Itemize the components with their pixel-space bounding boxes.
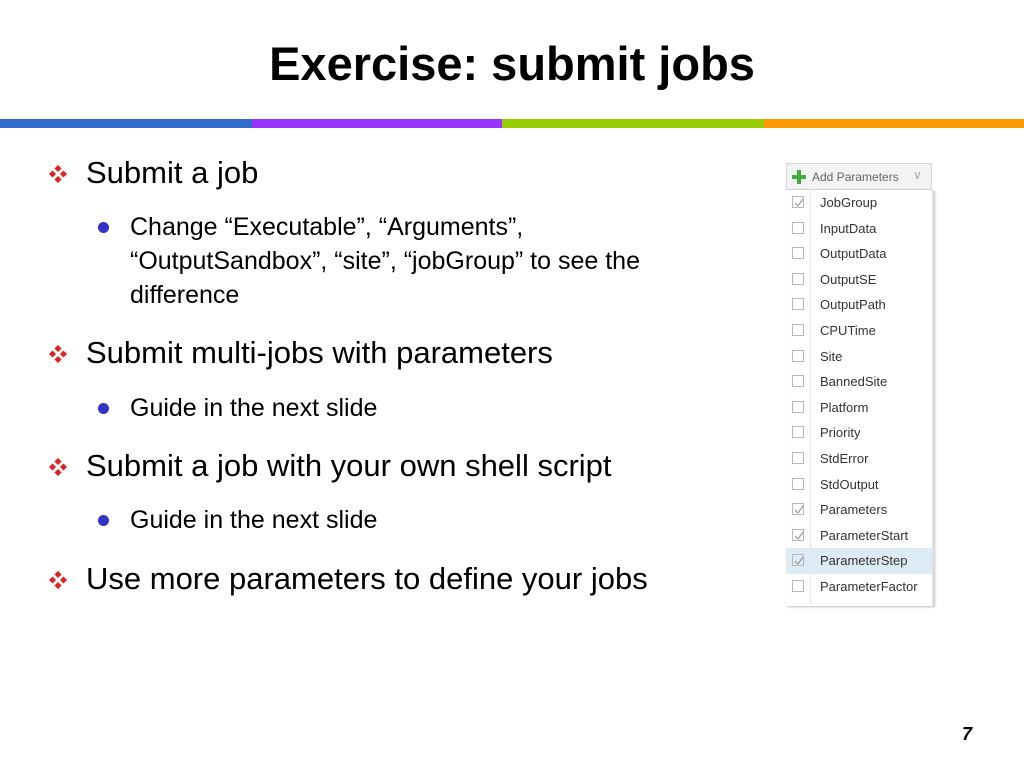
parameter-label: ParameterStart bbox=[820, 527, 909, 543]
diamond-bullet-icon bbox=[49, 458, 67, 476]
plus-icon bbox=[792, 170, 806, 184]
checkmark-icon bbox=[794, 531, 804, 540]
parameter-label: OutputSE bbox=[820, 271, 877, 287]
diamond-bullet-icon bbox=[49, 571, 67, 589]
parameter-label: StdError bbox=[820, 451, 869, 466]
parameter-option[interactable]: StdOutput bbox=[786, 472, 932, 498]
parameter-label: InputData bbox=[820, 220, 877, 236]
parameter-option[interactable]: StdError bbox=[786, 446, 932, 472]
checkbox-unchecked[interactable] bbox=[792, 452, 804, 464]
chevron-down-icon: ∨ bbox=[913, 168, 922, 182]
parameters-list: JobGroup InputData OutputData OutputSE Outpu… bbox=[786, 190, 934, 606]
bullet-text: Submit a job bbox=[86, 155, 259, 190]
parameter-option[interactable]: Parameters bbox=[786, 497, 932, 523]
parameter-label: OutputData bbox=[820, 246, 887, 262]
parameters-panel: Add Parameters ∨ JobGroup InputData Output… bbox=[786, 163, 934, 606]
dot-bullet-icon bbox=[98, 403, 109, 414]
checkmark-icon bbox=[794, 198, 804, 207]
bullet-text: Use more parameters to define your jobs bbox=[86, 561, 648, 596]
parameter-option[interactable]: ParameterStep bbox=[786, 548, 932, 574]
checkbox-unchecked[interactable] bbox=[792, 324, 804, 336]
accent-bar-purple bbox=[252, 119, 502, 128]
accent-bar-orange bbox=[764, 119, 1024, 128]
dot-bullet-icon bbox=[98, 515, 109, 526]
parameter-option[interactable]: OutputData bbox=[786, 241, 932, 267]
parameter-option[interactable]: ParameterFactor bbox=[786, 574, 932, 600]
checkbox-checked[interactable] bbox=[792, 503, 804, 516]
parameter-label: ParameterFactor bbox=[820, 579, 918, 594]
parameter-label: ParameterStep bbox=[820, 553, 908, 569]
parameter-option[interactable]: BannedSite bbox=[786, 369, 932, 395]
add-parameters-button[interactable]: Add Parameters ∨ bbox=[786, 163, 932, 190]
page-number: 7 bbox=[962, 724, 973, 744]
slide-title: Exercise: submit jobs bbox=[269, 37, 755, 90]
checkbox-unchecked[interactable] bbox=[792, 400, 804, 413]
parameter-label: JobGroup bbox=[820, 195, 878, 210]
diamond-bullet-icon bbox=[49, 165, 67, 183]
checkbox-checked[interactable] bbox=[792, 196, 804, 208]
sub-bullet-text: Guide in the next slide bbox=[130, 394, 378, 422]
parameter-option[interactable]: ParameterStart bbox=[786, 523, 932, 549]
add-parameters-label: Add Parameters bbox=[812, 170, 899, 184]
sub-bullet-text-line3: difference bbox=[130, 281, 240, 309]
checkbox-unchecked[interactable] bbox=[792, 477, 804, 490]
parameter-label: Site bbox=[820, 348, 843, 364]
checkbox-checked[interactable] bbox=[792, 554, 804, 567]
checkbox-unchecked[interactable] bbox=[792, 247, 804, 260]
sub-bullet-text-line2: “OutputSandbox”, “site”, “jobGroup” to s… bbox=[130, 247, 640, 275]
parameter-option[interactable]: Priority bbox=[786, 420, 932, 446]
checkmark-icon bbox=[794, 505, 804, 515]
parameter-option[interactable]: Platform bbox=[786, 395, 932, 421]
dot-bullet-icon bbox=[98, 222, 109, 233]
parameter-option[interactable]: CPUTime bbox=[786, 318, 932, 344]
parameter-option[interactable]: Site bbox=[786, 344, 932, 370]
bullet-text: Submit multi-jobs with parameters bbox=[86, 335, 553, 370]
parameter-label: BannedSite bbox=[820, 374, 888, 390]
diamond-bullet-icon bbox=[49, 345, 67, 363]
accent-bar-blue bbox=[0, 119, 252, 128]
sub-bullet-text-line1: Change “Executable”, “Arguments”, bbox=[130, 213, 524, 241]
checkbox-unchecked[interactable] bbox=[792, 298, 804, 311]
parameter-option[interactable]: OutputSE bbox=[786, 267, 932, 293]
checkbox-unchecked[interactable] bbox=[792, 349, 804, 362]
parameter-label: Parameters bbox=[820, 502, 888, 518]
accent-bar-green bbox=[502, 119, 764, 128]
checkbox-unchecked[interactable] bbox=[792, 375, 804, 388]
sub-bullet-text: Guide in the next slide bbox=[130, 506, 378, 534]
parameter-label: OutputPath bbox=[820, 297, 886, 313]
parameter-option[interactable]: InputData bbox=[786, 216, 932, 242]
bullet-text: Submit a job with your own shell script bbox=[86, 448, 612, 483]
parameter-label: Priority bbox=[820, 425, 861, 441]
parameter-label: StdOutput bbox=[820, 476, 879, 492]
checkmark-icon bbox=[794, 557, 804, 566]
checkbox-unchecked[interactable] bbox=[792, 580, 804, 592]
parameter-label: CPUTime bbox=[820, 323, 876, 338]
checkbox-checked[interactable] bbox=[792, 528, 804, 541]
parameter-label: Platform bbox=[820, 399, 869, 415]
parameter-option[interactable]: JobGroup bbox=[786, 190, 932, 216]
checkbox-unchecked[interactable] bbox=[792, 426, 804, 439]
checkbox-unchecked[interactable] bbox=[792, 221, 804, 234]
parameter-option[interactable]: OutputPath bbox=[786, 292, 932, 318]
checkbox-unchecked[interactable] bbox=[792, 272, 804, 285]
